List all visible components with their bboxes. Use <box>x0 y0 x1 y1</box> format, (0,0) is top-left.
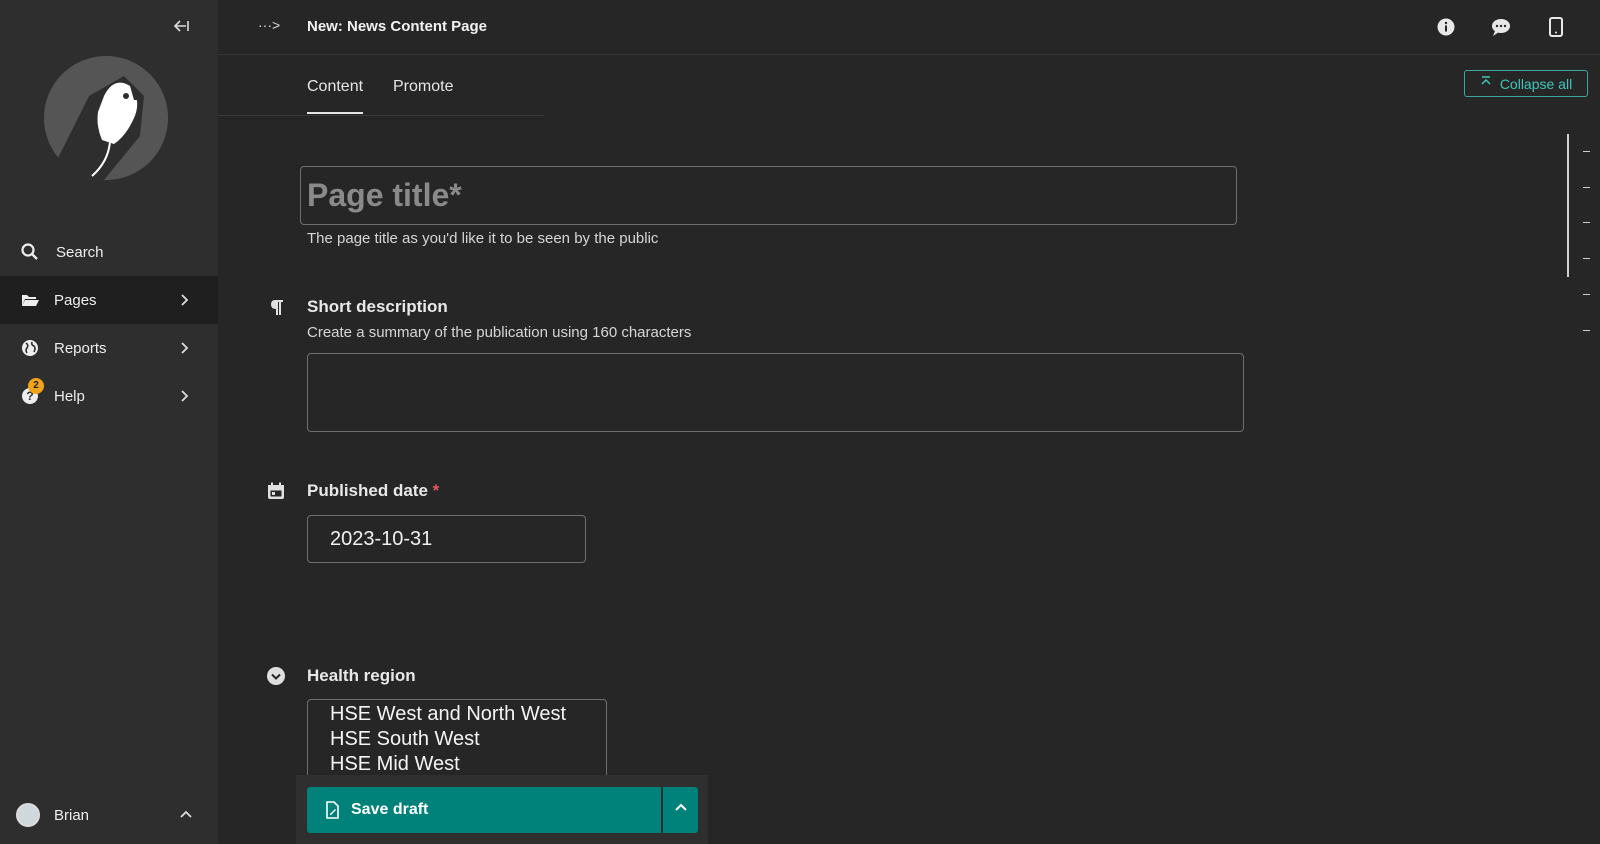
collapse-left-icon <box>173 20 189 32</box>
save-draft-button[interactable]: Save draft <box>307 787 661 833</box>
page-title: New: News Content Page <box>307 18 488 35</box>
editor-tabs: Content Promote <box>218 56 544 116</box>
collapse-all-label: Collapse all <box>1499 75 1573 92</box>
page-title-field[interactable] <box>300 166 1237 225</box>
published-date-label: Published date * <box>307 481 439 501</box>
published-date-label-text: Published date <box>307 481 428 500</box>
breadcrumb-toggle[interactable]: ···> <box>258 17 280 33</box>
chevron-right-icon <box>174 338 194 358</box>
user-name: Brian <box>54 806 90 824</box>
sidebar-item-reports[interactable]: Reports <box>0 324 218 372</box>
calendar-icon <box>266 481 286 501</box>
minimap-marker[interactable] <box>1583 330 1590 331</box>
minimap-marker[interactable] <box>1583 151 1590 152</box>
collapse-up-icon <box>1480 76 1492 91</box>
published-date-input[interactable]: 2023-10-31 <box>307 515 586 563</box>
chevron-up-icon <box>673 800 689 821</box>
select-option[interactable]: HSE Mid West <box>330 752 606 777</box>
sidebar-item-pages[interactable]: Pages <box>0 276 218 324</box>
folder-open-icon <box>20 290 40 310</box>
sidebar: Search Pages Reports ? 2 Help Brian <box>0 0 218 844</box>
search-icon <box>20 242 40 262</box>
short-description-textarea[interactable] <box>307 353 1244 432</box>
paragraph-icon <box>268 298 288 318</box>
minimap-marker[interactable] <box>1583 222 1590 223</box>
bird-logo-icon <box>44 56 168 180</box>
sidebar-item-label: Pages <box>54 291 97 309</box>
draft-icon <box>323 801 341 819</box>
select-option[interactable]: HSE South West <box>330 727 606 752</box>
globe-icon <box>20 338 40 358</box>
minimap-marker[interactable] <box>1583 187 1590 188</box>
notification-badge: 2 <box>28 378 44 394</box>
collapse-all-button[interactable]: Collapse all <box>1464 70 1588 97</box>
minimap-marker[interactable] <box>1583 258 1590 259</box>
sidebar-item-search[interactable]: Search <box>0 228 218 276</box>
more-actions-button[interactable] <box>663 787 698 833</box>
page-header: ···> New: News Content Page <box>218 0 1600 55</box>
user-menu[interactable]: Brian <box>16 800 206 830</box>
chevron-right-icon <box>174 290 194 310</box>
sidebar-item-label: Help <box>54 387 85 405</box>
short-description-help: Create a summary of the publication usin… <box>307 324 692 341</box>
chevron-up-icon <box>176 805 196 825</box>
page-title-input[interactable] <box>301 167 1236 224</box>
short-description-label: Short description <box>307 297 448 316</box>
avatar <box>16 803 40 827</box>
sidebar-item-help[interactable]: ? 2 Help <box>0 372 218 420</box>
health-region-select[interactable]: HSE West and North West HSE South West H… <box>307 699 607 779</box>
mobile-preview-icon[interactable] <box>1545 16 1567 38</box>
info-icon[interactable] <box>1435 16 1457 38</box>
minimap-marker[interactable] <box>1583 294 1590 295</box>
save-draft-label: Save draft <box>351 801 429 818</box>
select-option[interactable]: HSE West and North West <box>330 702 606 727</box>
sidebar-item-label: Reports <box>54 339 107 357</box>
chevron-right-icon <box>174 386 194 406</box>
sidebar-item-label: Search <box>56 243 104 261</box>
tab-content[interactable]: Content <box>307 78 364 114</box>
tab-promote[interactable]: Promote <box>393 78 453 112</box>
wagtail-logo[interactable] <box>44 56 168 180</box>
page-title-help: The page title as you'd like it to be se… <box>307 230 659 247</box>
health-region-label: Health region <box>307 666 416 685</box>
chevron-circle-down-icon <box>266 666 286 686</box>
collapse-sidebar-button[interactable] <box>170 18 192 38</box>
minimap-scrollbar[interactable] <box>1567 134 1569 277</box>
required-marker: * <box>432 481 440 500</box>
main-nav: Search Pages Reports ? 2 Help <box>0 228 218 420</box>
comment-icon[interactable] <box>1490 16 1512 38</box>
